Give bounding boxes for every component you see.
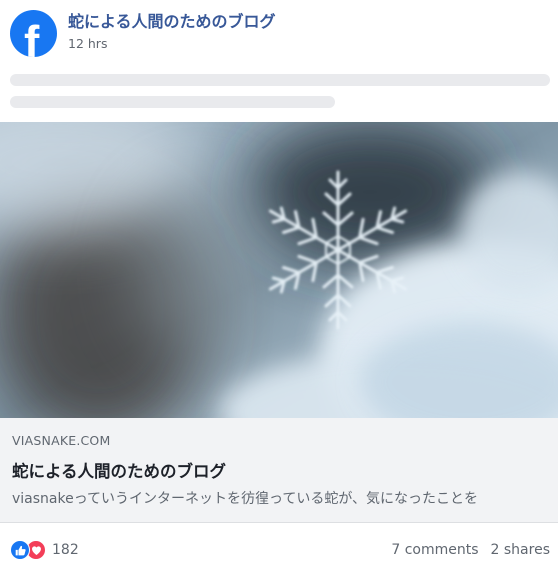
link-preview[interactable]: VIASNAKE.COM 蛇による人間のためのブログ viasnakeっていうイ… (0, 418, 558, 523)
page-name-link[interactable]: 蛇による人間のためのブログ (68, 11, 276, 33)
snowflake-photo (0, 122, 558, 418)
reaction-count: 182 (52, 542, 79, 558)
post-header: f 蛇による人間のためのブログ 12 hrs (10, 10, 276, 58)
link-description: viasnakeっていうインターネットを彷徨っている蛇が、気になったことを (12, 491, 479, 507)
post-image[interactable] (0, 122, 558, 418)
reactions-summary[interactable]: 182 (10, 540, 79, 560)
engagement-stats: 7 comments 2 shares (391, 542, 550, 558)
post-header-text: 蛇による人間のためのブログ 12 hrs (68, 10, 276, 52)
text-placeholder-line (10, 96, 335, 108)
like-icon (10, 540, 30, 560)
facebook-post: f 蛇による人間のためのブログ 12 hrs VIASNAKE.COM 蛇による… (0, 0, 558, 571)
post-timestamp[interactable]: 12 hrs (68, 36, 276, 52)
text-placeholder-line (10, 74, 550, 86)
comments-count-link[interactable]: 7 comments (391, 542, 478, 558)
link-title[interactable]: 蛇による人間のためのブログ (12, 458, 226, 482)
shares-count-link[interactable]: 2 shares (491, 542, 550, 558)
post-footer: 182 7 comments 2 shares (0, 523, 558, 571)
facebook-logo-icon[interactable]: f (10, 10, 57, 57)
link-domain: VIASNAKE.COM (12, 433, 111, 448)
